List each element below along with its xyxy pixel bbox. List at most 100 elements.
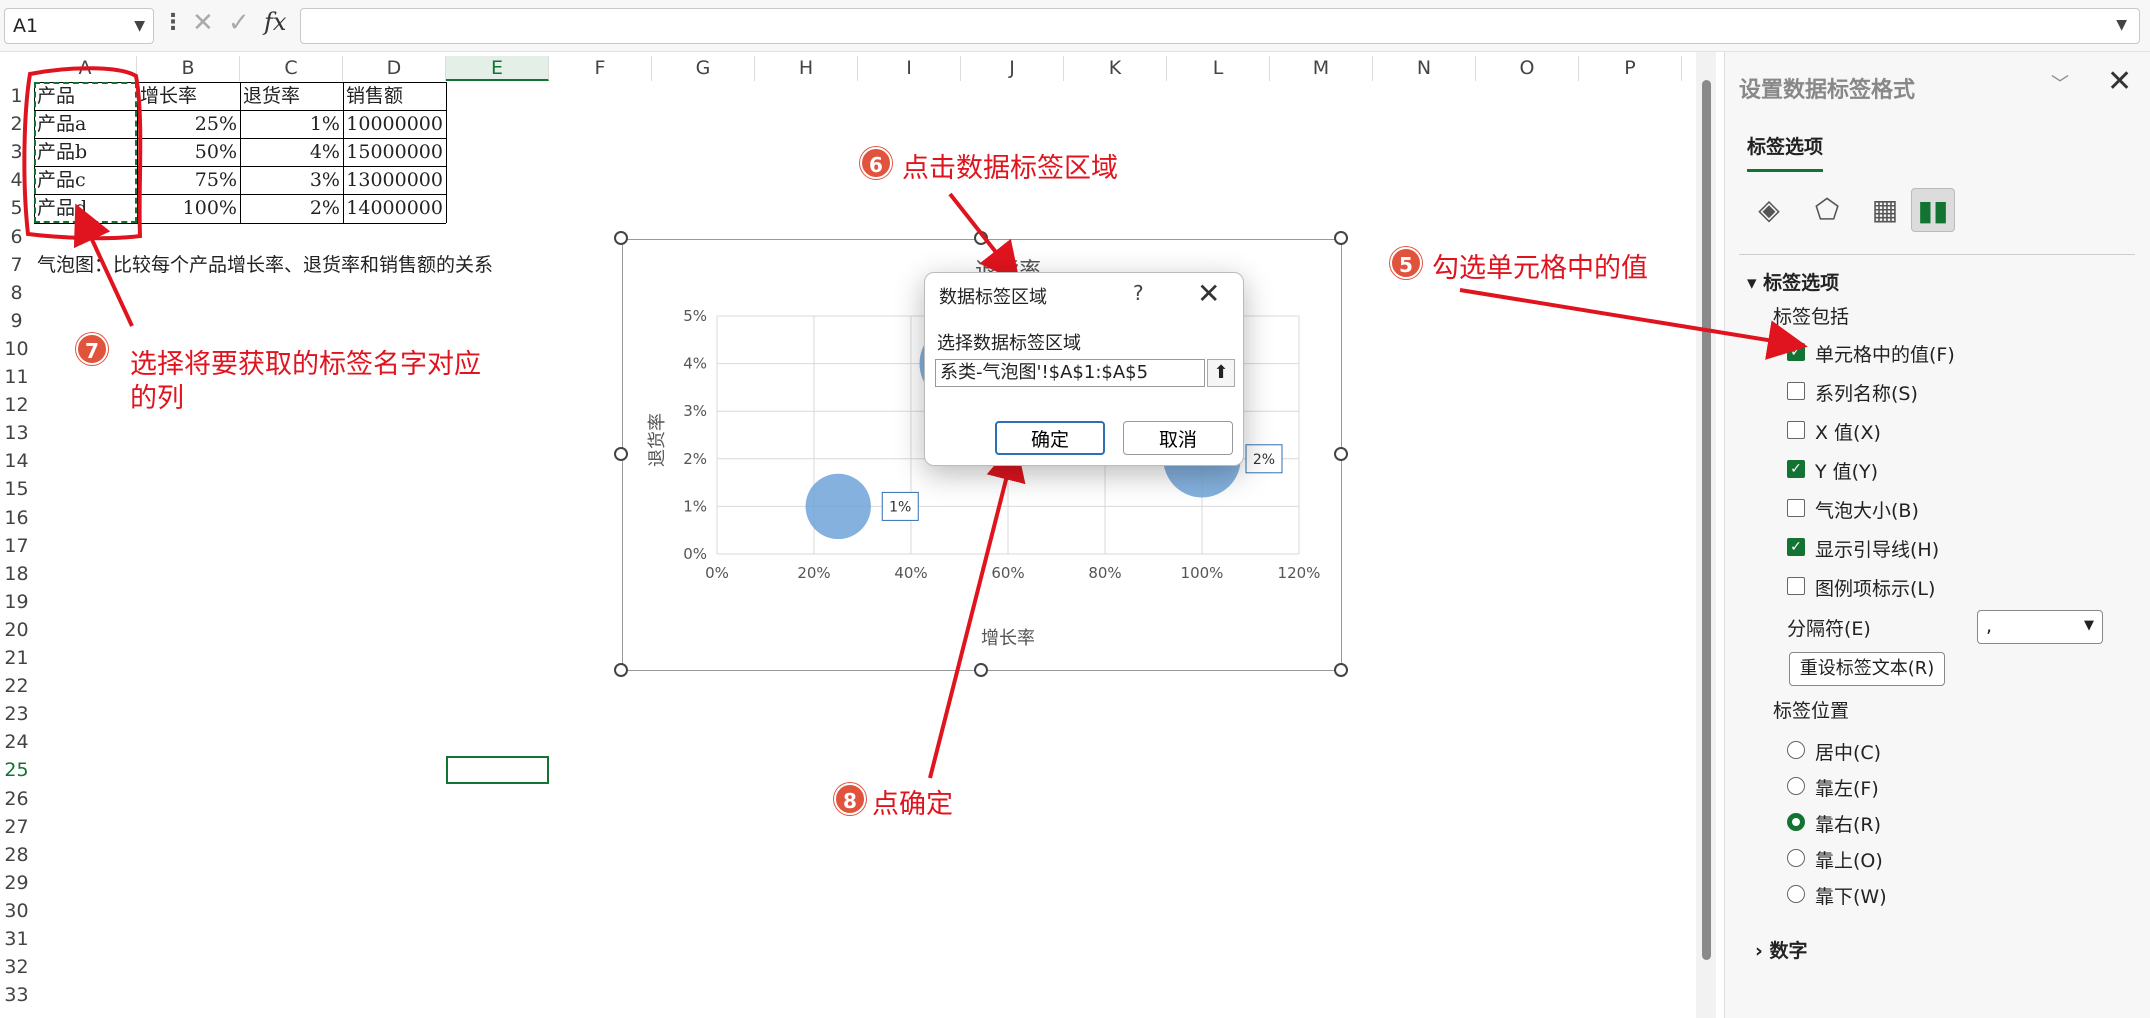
row-header-23[interactable]: 23	[0, 700, 33, 728]
table-cell[interactable]: 3%	[240, 166, 343, 194]
column-header-c[interactable]: C	[240, 56, 343, 81]
row-header-5[interactable]: 5	[0, 194, 33, 222]
label-options-icon[interactable]: ▮▮	[1911, 188, 1955, 232]
column-header-b[interactable]: B	[137, 56, 240, 81]
column-header-o[interactable]: O	[1476, 56, 1579, 81]
more-options-icon[interactable]: ⋮	[162, 10, 184, 35]
column-header-a[interactable]: A	[34, 56, 137, 81]
collapse-dialog-icon[interactable]: ⬆	[1207, 359, 1235, 387]
formula-input[interactable]: ▼	[300, 8, 2140, 44]
fill-line-icon[interactable]: ◈	[1747, 188, 1791, 232]
effects-icon[interactable]: ⬠	[1805, 188, 1849, 232]
vertical-scrollbar[interactable]	[1696, 52, 1716, 1018]
section-toggle-number[interactable]: › 数字	[1755, 936, 1807, 963]
column-header-g[interactable]: G	[652, 56, 755, 81]
checkbox-label[interactable]: 显示引导线(H)	[1815, 535, 1939, 562]
resize-handle[interactable]	[614, 663, 628, 677]
row-header-21[interactable]: 21	[0, 644, 33, 672]
table-cell[interactable]: 4%	[240, 138, 343, 166]
row-header-28[interactable]: 28	[0, 841, 33, 869]
row-header-1[interactable]: 1	[0, 82, 33, 110]
column-header-h[interactable]: H	[755, 56, 858, 81]
row-header-29[interactable]: 29	[0, 869, 33, 897]
column-header-d[interactable]: D	[343, 56, 446, 81]
table-cell[interactable]: 1%	[240, 110, 343, 138]
row-header-9[interactable]: 9	[0, 307, 33, 335]
column-header-p[interactable]: P	[1579, 56, 1682, 81]
column-header-k[interactable]: K	[1064, 56, 1167, 81]
checkbox-label[interactable]: 气泡大小(B)	[1815, 496, 1919, 523]
resize-handle[interactable]	[974, 663, 988, 677]
section-toggle-label-options[interactable]: ▾ 标签选项	[1747, 268, 1839, 295]
radio-label[interactable]: 靠左(F)	[1815, 774, 1879, 801]
row-header-25[interactable]: 25	[0, 756, 33, 784]
row-header-31[interactable]: 31	[0, 925, 33, 953]
row-header-7[interactable]: 7	[0, 251, 33, 279]
row-header-12[interactable]: 12	[0, 391, 33, 419]
table-cell[interactable]: 25%	[137, 110, 240, 138]
row-header-8[interactable]: 8	[0, 279, 33, 307]
column-header-n[interactable]: N	[1373, 56, 1476, 81]
close-icon[interactable]: ✕	[1197, 277, 1220, 310]
size-properties-icon[interactable]: ▦	[1863, 188, 1907, 232]
chevron-down-icon[interactable]: ▼	[2084, 611, 2094, 641]
enter-check-icon[interactable]: ✓	[228, 8, 250, 38]
checkbox-label[interactable]: Y 值(Y)	[1815, 457, 1878, 484]
row-header-27[interactable]: 27	[0, 813, 33, 841]
checkbox-label[interactable]: X 值(X)	[1815, 418, 1881, 445]
help-icon[interactable]: ?	[1133, 281, 1144, 305]
expand-formula-icon[interactable]: ▼	[2116, 17, 2127, 33]
row-header-3[interactable]: 3	[0, 138, 33, 166]
radio-4[interactable]	[1787, 885, 1805, 903]
table-header-cell[interactable]: 退货率	[240, 82, 343, 110]
table-header-cell[interactable]: 销售额	[343, 82, 446, 110]
resize-handle[interactable]	[1334, 663, 1348, 677]
radio-label[interactable]: 居中(C)	[1815, 738, 1881, 765]
resize-handle[interactable]	[1334, 447, 1348, 461]
table-cell[interactable]: 100%	[137, 194, 240, 222]
row-header-26[interactable]: 26	[0, 785, 33, 813]
row-header-10[interactable]: 10	[0, 335, 33, 363]
checkbox-label[interactable]: 单元格中的值(F)	[1815, 340, 1955, 367]
column-header-f[interactable]: F	[549, 56, 652, 81]
row-header-22[interactable]: 22	[0, 672, 33, 700]
chevron-down-icon[interactable]: ▼	[134, 9, 145, 43]
row-header-18[interactable]: 18	[0, 560, 33, 588]
reset-label-text-button[interactable]: 重设标签文本(R)	[1789, 652, 1945, 686]
checkbox-1[interactable]	[1787, 382, 1805, 400]
row-header-24[interactable]: 24	[0, 728, 33, 756]
table-cell[interactable]: 75%	[137, 166, 240, 194]
row-header-6[interactable]: 6	[0, 223, 33, 251]
cancel-button[interactable]: 取消	[1123, 421, 1233, 455]
column-header-e[interactable]: E	[446, 56, 549, 81]
radio-2[interactable]	[1787, 813, 1805, 831]
row-header-4[interactable]: 4	[0, 166, 33, 194]
resize-handle[interactable]	[974, 231, 988, 245]
note-cell[interactable]: 气泡图：比较每个产品增长率、退货率和销售额的关系	[34, 251, 496, 279]
table-cell[interactable]: 50%	[137, 138, 240, 166]
radio-3[interactable]	[1787, 849, 1805, 867]
table-header-cell[interactable]: 增长率	[137, 82, 240, 110]
checkbox-6[interactable]	[1787, 577, 1805, 595]
insert-function-icon[interactable]: fx	[264, 8, 286, 36]
radio-label[interactable]: 靠上(O)	[1815, 846, 1883, 873]
close-icon[interactable]: ✕	[2107, 64, 2132, 99]
active-cell-e25[interactable]	[446, 756, 549, 785]
column-header-i[interactable]: I	[858, 56, 961, 81]
table-cell[interactable]: 15000000	[343, 138, 446, 166]
column-header-m[interactable]: M	[1270, 56, 1373, 81]
row-header-11[interactable]: 11	[0, 363, 33, 391]
row-header-16[interactable]: 16	[0, 504, 33, 532]
name-box[interactable]: A1 ▼	[4, 8, 154, 44]
cancel-icon[interactable]: ✕	[192, 8, 214, 38]
checkbox-4[interactable]	[1787, 499, 1805, 517]
range-input[interactable]: 系类-气泡图'!$A$1:$A$5	[935, 359, 1205, 387]
checkbox-0[interactable]: ✓	[1787, 343, 1805, 361]
tab-label-options[interactable]: 标签选项	[1747, 132, 1824, 172]
column-header-l[interactable]: L	[1167, 56, 1270, 81]
table-cell[interactable]: 14000000	[343, 194, 446, 222]
resize-handle[interactable]	[614, 231, 628, 245]
row-header-19[interactable]: 19	[0, 588, 33, 616]
row-header-20[interactable]: 20	[0, 616, 33, 644]
spreadsheet-grid[interactable]: A B C D E F G H I J K L M N O P 1 2 3 4 5 6 7 8 9 10 11 12 13 14 15 16 1…	[0, 52, 1700, 1018]
